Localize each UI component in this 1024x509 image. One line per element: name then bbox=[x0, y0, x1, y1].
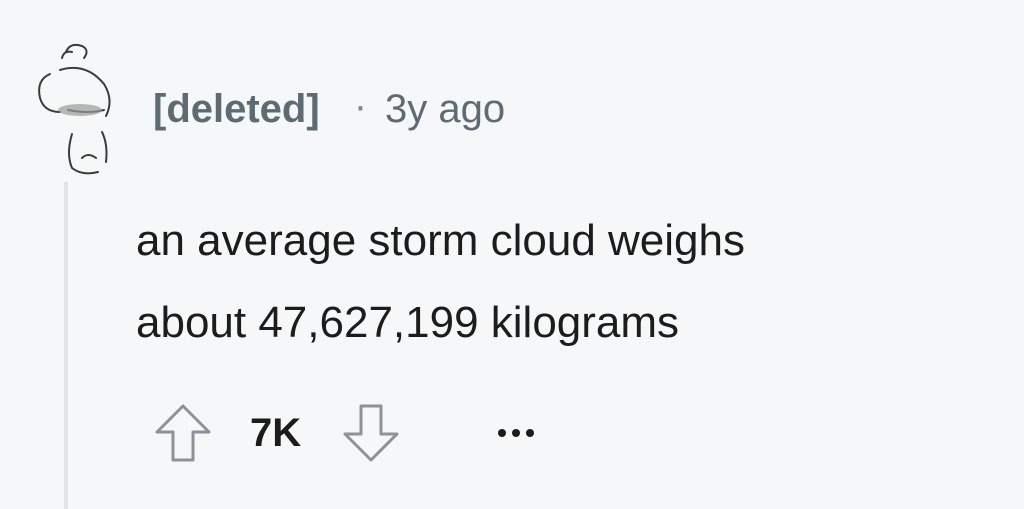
more-options-icon bbox=[512, 429, 520, 437]
comment-meta: [deleted] · 3y ago bbox=[153, 84, 505, 134]
comment-text-line: about 47,627,199 kilograms bbox=[136, 298, 680, 347]
meta-separator: · bbox=[353, 83, 368, 128]
comment-text-line: an average storm cloud weighs bbox=[136, 216, 745, 265]
comment-timestamp[interactable]: 3y ago bbox=[385, 87, 505, 132]
vote-score: 7K bbox=[250, 410, 302, 455]
more-options-button[interactable] bbox=[498, 400, 534, 466]
arrow-up-icon bbox=[155, 404, 211, 462]
author-name[interactable]: [deleted] bbox=[153, 87, 320, 132]
comment: [deleted] · 3y ago an average storm clou… bbox=[0, 0, 1024, 509]
downvote-button[interactable] bbox=[338, 400, 404, 466]
upvote-button[interactable] bbox=[150, 400, 216, 466]
thread-line[interactable] bbox=[64, 182, 68, 509]
more-options-icon bbox=[526, 429, 534, 437]
comment-actions: 7K bbox=[150, 400, 534, 466]
comment-body: an average storm cloud weighs about 47,6… bbox=[136, 200, 996, 364]
snoo-avatar-icon[interactable] bbox=[32, 40, 116, 180]
arrow-down-icon bbox=[343, 404, 399, 462]
more-options-icon bbox=[498, 429, 506, 437]
